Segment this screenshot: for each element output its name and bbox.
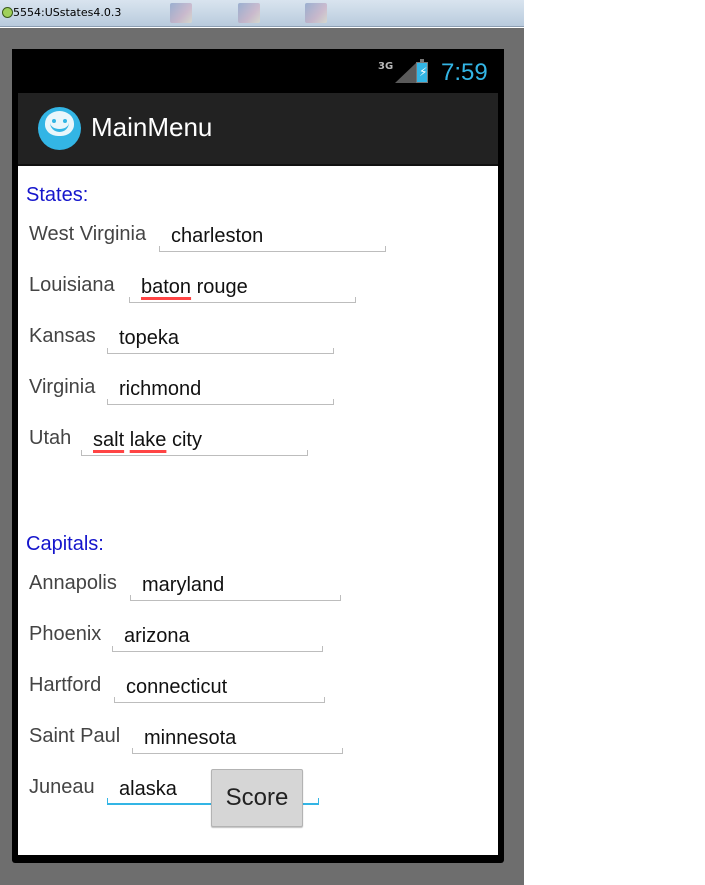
field-value: richmond — [119, 378, 202, 400]
field-value: charleston — [171, 225, 264, 247]
device-screen: 3G ⚡ 7:59 MainMenu States: West Virginia… — [12, 49, 504, 863]
capital-answer-field[interactable]: topeka — [107, 327, 334, 354]
status-time: 7:59 — [441, 59, 488, 86]
misspelled-word: lake — [129, 429, 167, 451]
capital-answer-field[interactable]: charleston — [159, 225, 386, 252]
field-value: alaska — [119, 778, 177, 800]
states-section-header: States: — [26, 184, 89, 206]
status-bar: 3G ⚡ 7:59 — [12, 49, 504, 93]
field-value: maryland — [142, 574, 225, 596]
signal-strength-icon — [395, 63, 416, 83]
state-answer-field[interactable]: minnesota — [132, 727, 343, 754]
state-label: West Virginia — [29, 223, 147, 245]
battery-charging-icon: ⚡ — [416, 59, 428, 83]
field-value: minnesota — [144, 727, 237, 749]
score-button[interactable]: Score — [211, 769, 303, 827]
capital-answer-field[interactable]: richmond — [107, 378, 334, 405]
capital-label: Juneau — [29, 776, 95, 798]
capital-label: Hartford — [29, 674, 102, 696]
capital-label: Saint Paul — [29, 725, 121, 747]
capitals-section-header: Capitals: — [26, 533, 104, 555]
state-label: Utah — [29, 427, 72, 449]
field-value: salt lake city — [93, 429, 202, 451]
main-content: States: West Virginia charleston Louisia… — [18, 166, 498, 855]
emulator-window-title: 5554:USstates4.0.3 — [13, 6, 122, 19]
background-thumbnail-icon — [305, 3, 327, 23]
state-answer-field[interactable]: maryland — [130, 574, 341, 601]
app-title: MainMenu — [91, 112, 213, 142]
state-answer-field[interactable]: arizona — [112, 625, 323, 652]
field-value: connecticut — [126, 676, 228, 698]
network-type-indicator: 3G — [378, 61, 394, 72]
emulator-title-bar: 5554:USstates4.0.3 — [0, 0, 524, 27]
state-label: Kansas — [29, 325, 96, 347]
capital-label: Phoenix — [29, 623, 102, 645]
capital-label: Annapolis — [29, 572, 117, 594]
background-thumbnail-icon — [170, 3, 192, 23]
background-thumbnail-icon — [238, 3, 260, 23]
misspelled-word: salt — [93, 429, 125, 451]
misspelled-word: baton — [141, 276, 192, 298]
field-value: baton rouge — [141, 276, 248, 298]
field-value: topeka — [119, 327, 180, 349]
state-answer-field[interactable]: connecticut — [114, 676, 325, 703]
capital-answer-field[interactable]: salt lake city — [81, 429, 308, 456]
action-bar: MainMenu — [18, 93, 498, 166]
emulator-app-icon — [2, 7, 13, 18]
field-value: arizona — [124, 625, 190, 647]
app-logo-icon[interactable] — [38, 107, 81, 150]
state-label: Virginia — [29, 376, 96, 398]
capital-answer-field[interactable]: baton rouge — [129, 276, 356, 303]
state-label: Louisiana — [29, 274, 115, 296]
